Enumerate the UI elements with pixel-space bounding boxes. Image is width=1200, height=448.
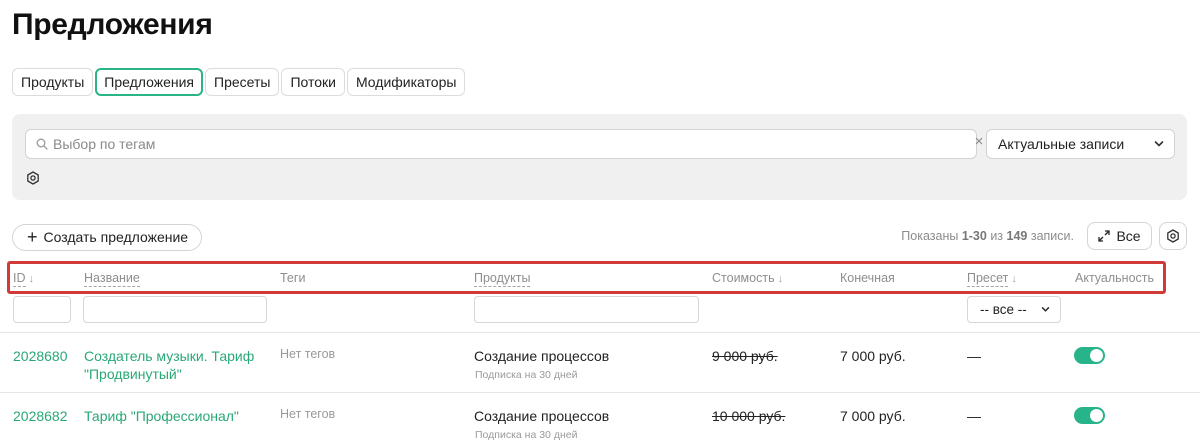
- row-tags: Нет тегов: [280, 407, 336, 421]
- table-settings-button[interactable]: [1159, 222, 1187, 250]
- id-filter-input[interactable]: [13, 296, 71, 323]
- column-header-active: Актуальность: [1075, 271, 1155, 285]
- chevron-down-icon: [1154, 141, 1164, 147]
- row-id-link[interactable]: 2028682: [13, 408, 68, 424]
- filter-panel: × Актуальные записи: [12, 114, 1187, 200]
- tag-search-input[interactable]: [53, 130, 953, 158]
- toggle-knob: [1090, 409, 1103, 422]
- row-preset: —: [967, 348, 981, 364]
- row-name-link[interactable]: Тариф "Профессионал": [84, 408, 239, 424]
- column-header-id[interactable]: ID ↓: [13, 271, 34, 287]
- name-filter-input[interactable]: [83, 296, 267, 323]
- row-final-price: 7 000 руб.: [840, 348, 906, 364]
- toggle-knob: [1090, 349, 1103, 362]
- row-id-link[interactable]: 2028680: [13, 348, 68, 364]
- create-offer-label: Создать предложение: [43, 229, 189, 245]
- search-icon: [36, 138, 48, 150]
- create-offer-button[interactable]: + Создать предложение: [12, 224, 203, 251]
- row-preset: —: [967, 408, 981, 424]
- tab-bar: Продукты Предложения Пресеты Потоки Моди…: [12, 68, 466, 96]
- column-header-price[interactable]: Стоимость ↓: [712, 271, 783, 285]
- tab-flows[interactable]: Потоки: [281, 68, 345, 96]
- preset-filter-select[interactable]: -- все --: [967, 296, 1061, 323]
- preset-filter-value: -- все --: [980, 302, 1027, 317]
- tag-search-box[interactable]: [25, 129, 977, 159]
- row-tags: Нет тегов: [280, 347, 336, 361]
- row-final-price: 7 000 руб.: [840, 408, 906, 424]
- row-divider: [0, 392, 1200, 393]
- column-header-products[interactable]: Продукты: [474, 271, 531, 287]
- status-filter-select[interactable]: Актуальные записи: [986, 129, 1175, 159]
- row-price: 10 000 руб.: [712, 408, 786, 424]
- column-header-name[interactable]: Название: [84, 271, 140, 287]
- row-active-toggle[interactable]: [1074, 347, 1105, 364]
- expand-all-button[interactable]: Все: [1087, 222, 1152, 250]
- row-product: Создание процессов: [474, 408, 610, 424]
- settings-hexagon-icon[interactable]: [26, 171, 40, 185]
- row-name-link[interactable]: "Продвинутый": [84, 366, 182, 382]
- tab-products[interactable]: Продукты: [12, 68, 94, 96]
- expand-all-label: Все: [1116, 228, 1141, 244]
- tab-presets[interactable]: Пресеты: [205, 68, 280, 96]
- expand-arrows-icon: [1098, 230, 1111, 242]
- tab-modifiers[interactable]: Модификаторы: [346, 68, 466, 96]
- row-product: Создание процессов: [474, 348, 610, 364]
- column-header-tags: Теги: [280, 271, 306, 285]
- products-filter-input[interactable]: [474, 296, 699, 323]
- close-icon[interactable]: ×: [973, 134, 985, 149]
- page-title: Предложения: [12, 8, 213, 41]
- settings-hexagon-icon: [1167, 229, 1179, 243]
- column-header-preset[interactable]: Пресет ↓: [967, 271, 1017, 287]
- row-price: 9 000 руб.: [712, 348, 778, 364]
- row-divider: [0, 332, 1200, 333]
- status-filter-value: Актуальные записи: [998, 136, 1125, 152]
- column-header-final: Конечная: [840, 271, 895, 285]
- tab-offers[interactable]: Предложения: [95, 68, 204, 96]
- row-name-link[interactable]: Создатель музыки. Тариф: [84, 348, 254, 364]
- plus-icon: +: [27, 227, 38, 247]
- chevron-down-icon: [1041, 307, 1050, 312]
- row-product-subtitle: Подписка на 30 дней: [475, 369, 578, 381]
- row-active-toggle[interactable]: [1074, 407, 1105, 424]
- records-info: Показаны 1-30 из 149 записи.: [901, 229, 1074, 243]
- row-product-subtitle: Подписка на 30 дней: [475, 429, 578, 441]
